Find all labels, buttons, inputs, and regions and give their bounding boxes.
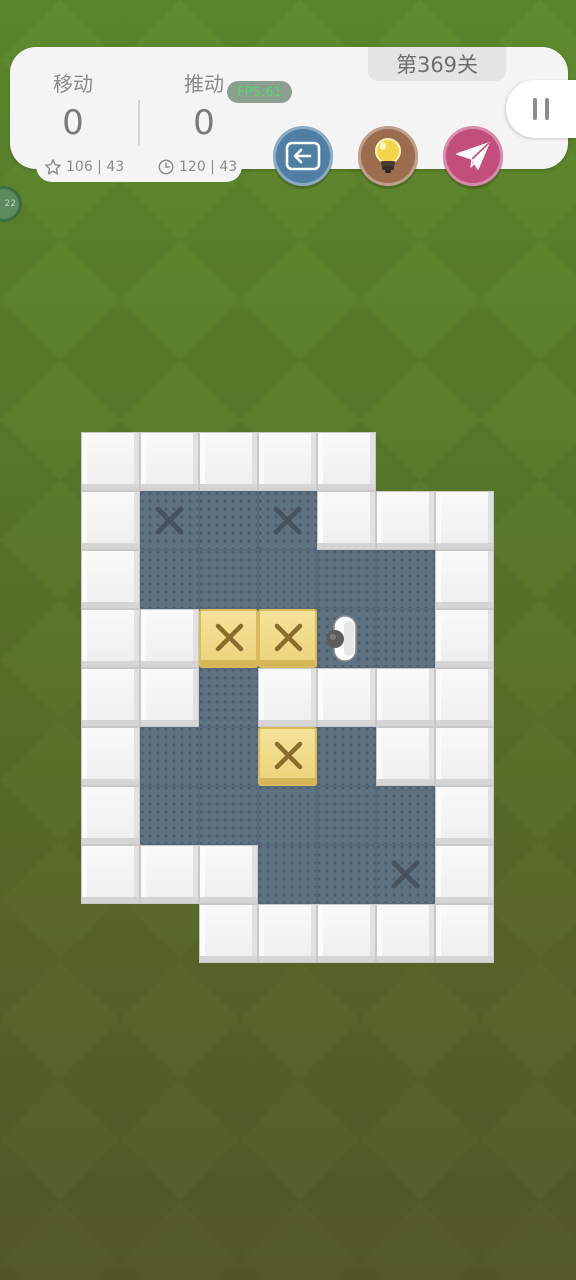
wall-tile — [258, 432, 317, 491]
wall-tile — [140, 432, 199, 491]
fps-badge: FPS:61 — [227, 81, 292, 103]
wall-tile — [199, 432, 258, 491]
wall-tile — [81, 491, 140, 550]
star-stat: 106 | 43 — [44, 158, 124, 176]
floor-tile[interactable] — [199, 550, 258, 609]
floor-tile[interactable] — [199, 491, 258, 550]
floor-tile[interactable] — [376, 609, 435, 668]
floor-tile[interactable] — [258, 786, 317, 845]
floor-tile[interactable] — [199, 668, 258, 727]
wall-tile — [81, 786, 140, 845]
wall-tile — [435, 550, 494, 609]
wall-tile — [435, 668, 494, 727]
wall-tile — [81, 609, 140, 668]
goal-marker-icon — [390, 859, 421, 890]
wall-tile — [435, 727, 494, 786]
wall-tile — [435, 845, 494, 904]
floor-tile[interactable] — [317, 786, 376, 845]
pushes-value: 0 — [193, 103, 215, 143]
wall-tile — [140, 668, 199, 727]
wall-tile — [376, 491, 435, 550]
floor-tile[interactable] — [140, 491, 199, 550]
stats-divider — [138, 100, 140, 146]
hint-button[interactable] — [358, 126, 418, 186]
moves-label: 移动 — [53, 72, 93, 96]
floor-tile[interactable] — [376, 786, 435, 845]
wall-tile — [81, 845, 140, 904]
share-button[interactable] — [443, 126, 503, 186]
floor-tile[interactable] — [199, 786, 258, 845]
side-chip[interactable]: 22 — [0, 186, 22, 222]
goal-marker-icon — [272, 505, 303, 536]
floor-tile[interactable] — [199, 727, 258, 786]
wall-tile — [317, 432, 376, 491]
level-title: 第369关 — [368, 47, 506, 81]
floor-tile[interactable] — [317, 845, 376, 904]
floor-tile[interactable] — [258, 550, 317, 609]
wall-tile — [435, 491, 494, 550]
paper-plane-icon — [456, 142, 490, 170]
player-character[interactable] — [317, 609, 376, 668]
lightbulb-icon — [375, 138, 401, 173]
wall-tile — [317, 668, 376, 727]
clock-icon — [158, 159, 174, 175]
crate-box[interactable] — [258, 727, 317, 786]
crate-box[interactable] — [258, 609, 317, 668]
star-stat-value: 106 | 43 — [66, 159, 125, 175]
crate-box[interactable] — [199, 609, 258, 668]
wall-tile — [376, 668, 435, 727]
floor-tile[interactable] — [317, 727, 376, 786]
wall-tile — [81, 668, 140, 727]
back-arrow-icon — [285, 141, 321, 171]
floor-tile[interactable] — [140, 727, 199, 786]
floor-tile[interactable] — [317, 550, 376, 609]
wall-tile — [81, 432, 140, 491]
time-stat: 120 | 43 — [157, 158, 237, 176]
undo-button[interactable] — [273, 126, 333, 186]
wall-tile — [376, 904, 435, 963]
pause-icon — [533, 98, 537, 120]
time-stat-value: 120 | 43 — [179, 159, 238, 175]
wall-tile — [81, 727, 140, 786]
wall-tile — [258, 668, 317, 727]
pause-button[interactable] — [506, 80, 576, 138]
wall-tile — [376, 727, 435, 786]
wall-tile — [435, 904, 494, 963]
wall-tile — [140, 845, 199, 904]
goal-marker-icon — [154, 505, 185, 536]
floor-tile[interactable] — [140, 786, 199, 845]
floor-tile[interactable] — [140, 550, 199, 609]
wall-tile — [199, 904, 258, 963]
wall-tile — [81, 550, 140, 609]
wall-tile — [258, 904, 317, 963]
wall-tile — [317, 904, 376, 963]
wall-tile — [435, 786, 494, 845]
floor-tile[interactable] — [376, 550, 435, 609]
wall-tile — [199, 845, 258, 904]
floor-tile[interactable] — [258, 491, 317, 550]
wall-tile — [435, 609, 494, 668]
floor-tile[interactable] — [376, 845, 435, 904]
pause-icon-bar — [545, 98, 549, 120]
wall-tile — [317, 491, 376, 550]
wall-tile — [140, 609, 199, 668]
moves-value: 0 — [62, 103, 84, 143]
star-icon — [45, 159, 61, 175]
floor-tile[interactable] — [258, 845, 317, 904]
